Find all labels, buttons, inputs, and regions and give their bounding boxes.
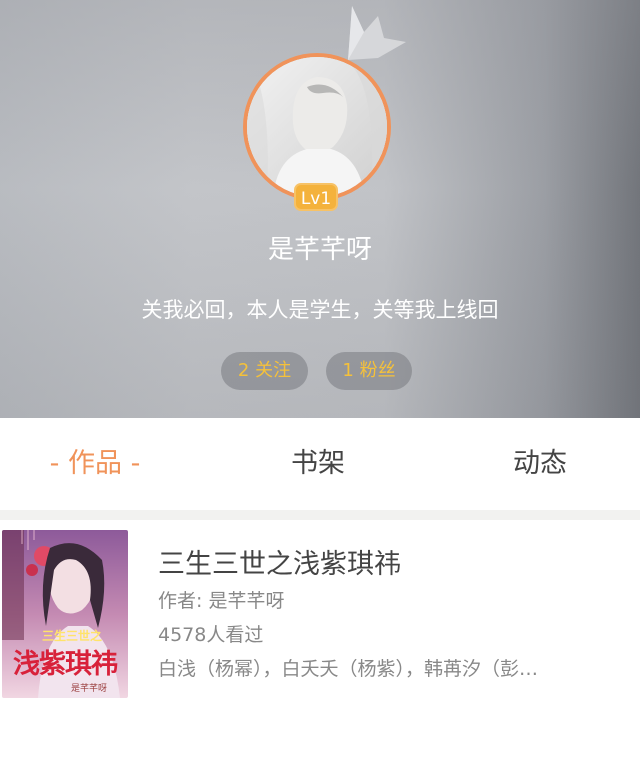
book-description: 白浅（杨幂），白夭夭（杨紫），韩苒汐（彭… xyxy=(158,658,539,680)
cover-author: 是芊芊呀 xyxy=(70,684,107,694)
cover-subtitle: 三生三世之 xyxy=(41,629,102,643)
book-title[interactable]: 三生三世之浅紫琪祎 xyxy=(158,546,618,584)
avatar[interactable] xyxy=(243,53,391,201)
following-count-button[interactable]: 2 关注 xyxy=(221,352,308,390)
book-list-item[interactable]: 三生三世之 浅紫琪祎 是芊芊呀 三生三世之浅紫琪祎 作者: 是芊芊呀 4578人… xyxy=(0,520,640,720)
cover-title: 浅紫琪祎 xyxy=(13,649,118,680)
book-author: 作者: 是芊芊呀 xyxy=(158,590,285,612)
tab-works[interactable]: - 作品 - xyxy=(30,444,160,484)
followers-count-button[interactable]: 1 粉丝 xyxy=(326,352,412,390)
book-cover[interactable]: 三生三世之 浅紫琪祎 是芊芊呀 xyxy=(2,530,128,698)
tab-feed[interactable]: 动态 xyxy=(475,444,605,484)
username: 是芊芊呀 xyxy=(267,235,372,265)
crown-icon xyxy=(348,6,406,60)
book-view-count: 4578人看过 xyxy=(158,624,264,646)
avatar-image xyxy=(247,57,387,197)
tab-bookshelf[interactable]: 书架 xyxy=(253,444,383,484)
user-bio: 关我必回，本人是学生，关等我上线回 xyxy=(141,298,499,322)
profile-header: Lv1 是芊芊呀 关我必回，本人是学生，关等我上线回 2 关注 1 粉丝 xyxy=(0,0,640,418)
level-badge: Lv1 xyxy=(294,183,338,211)
profile-tabs: - 作品 - 书架 动态 xyxy=(0,418,640,510)
section-divider xyxy=(0,510,640,520)
